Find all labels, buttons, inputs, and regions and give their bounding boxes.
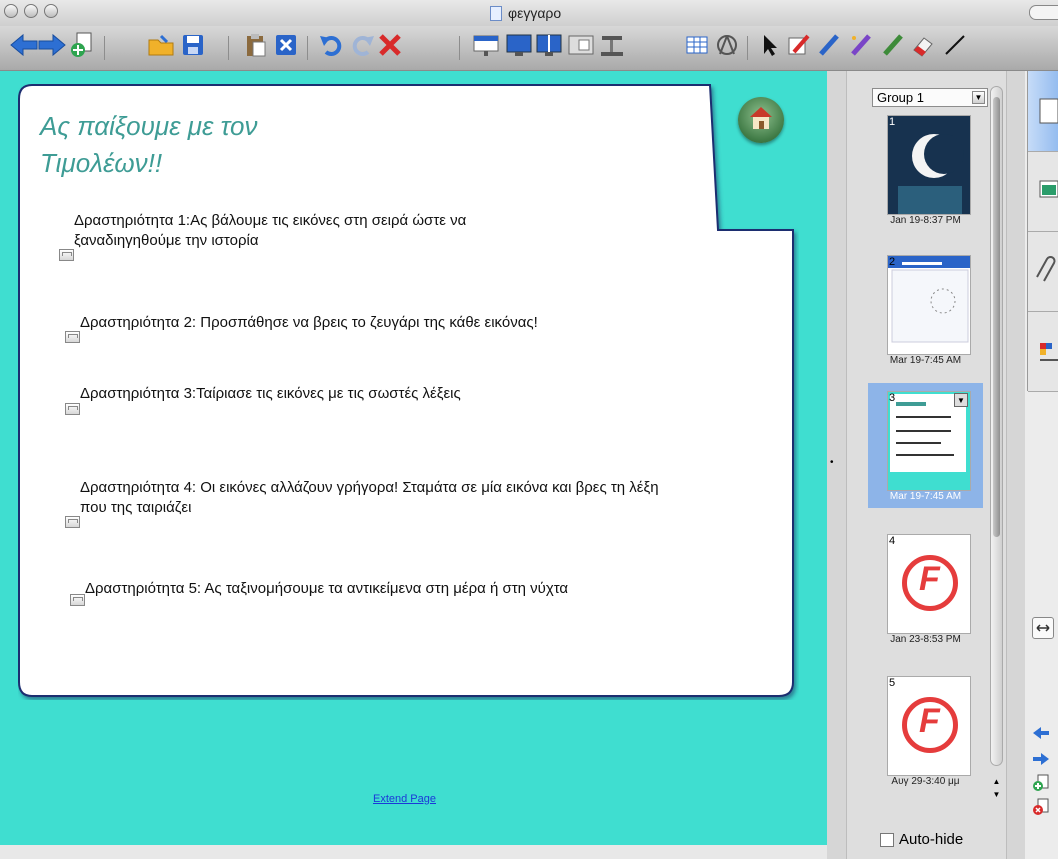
flash-icon: F [902, 555, 958, 611]
thumbnail-image: F [887, 534, 971, 634]
link-icon[interactable] [70, 594, 85, 606]
thumbnail-date: Mar 19-7:45 AM [889, 491, 962, 502]
thumbnail-date: Jan 19-8:37 PM [890, 215, 961, 226]
toolbar [0, 26, 1058, 71]
toolbar-separator [459, 36, 460, 60]
activity-1-line1: Δραστηριότητα 1:Ας βάλουμε τις εικόνες σ… [74, 212, 467, 229]
side-tab-strip [1025, 71, 1058, 859]
pen-icon[interactable] [783, 29, 815, 61]
undo-icon[interactable] [316, 29, 348, 61]
select-icon[interactable] [753, 29, 785, 61]
delete-page-icon[interactable] [1031, 797, 1051, 817]
eraser-icon[interactable] [907, 29, 939, 61]
thumbnail-date: Jan 23-8:53 PM [890, 634, 961, 645]
whiteboard-canvas[interactable]: Ας παίξουμε με τον Τιμολέων!! Δραστηριότ… [0, 71, 827, 845]
activity-4[interactable]: Δραστηριότητα 4: Οι εικόνες αλλάζουν γρή… [80, 478, 659, 498]
creative-pen-icon[interactable] [813, 29, 845, 61]
gallery-tab[interactable] [1028, 151, 1058, 232]
move-sidebar-icon[interactable] [1032, 617, 1054, 639]
link-icon[interactable] [65, 516, 80, 528]
table-icon[interactable] [681, 29, 713, 61]
thumbnail-image: F [887, 676, 971, 776]
window-title-text: φεγγαρο [508, 5, 562, 21]
toolbar-separator [228, 36, 229, 60]
flash-icon: F [902, 697, 958, 753]
page-sorter-list: Group 1 ▼ 1 Jan 19-8:37 PM 2 Mar 19-7:45… [846, 71, 1007, 859]
thumbnail-date: Αυγ 29-3:40 μμ [891, 776, 960, 787]
close-window-button[interactable] [4, 4, 18, 18]
scrollbar-thumb[interactable] [993, 97, 1000, 537]
toolbar-separator [307, 36, 308, 60]
link-icon[interactable] [65, 331, 80, 343]
page-thumbnail[interactable]: F 5 Αυγ 29-3:40 μμ [868, 668, 983, 793]
page-thumbnail[interactable]: 1 Jan 19-8:37 PM [868, 107, 983, 232]
activity-2[interactable]: Δραστηριότητα 2: Προσπάθησε να βρεις το … [80, 313, 538, 333]
open-folder-icon[interactable] [145, 29, 177, 61]
activity-1-line2: ξαναδιηγηθούμε την ιστορία [74, 232, 259, 249]
page-thumbnail[interactable]: F 4 Jan 23-8:53 PM [868, 526, 983, 651]
add-page-icon[interactable] [66, 29, 98, 61]
toolbar-separator [747, 36, 748, 60]
window-title: φεγγαρο [490, 5, 561, 21]
activity-1[interactable]: Δραστηριότητα 1:Ας βάλουμε τις εικόνες σ… [74, 211, 466, 231]
group-select-value: Group 1 [877, 90, 924, 105]
previous-page-icon[interactable] [1031, 723, 1051, 743]
thumbnail-number: 4 [889, 535, 896, 547]
auto-hide-checkbox[interactable]: Auto-hide [880, 831, 963, 848]
page-thumbnail[interactable]: 2 Mar 19-7:45 AM [868, 247, 983, 372]
thumbnail-number: 5 [889, 677, 896, 689]
save-icon[interactable] [177, 29, 209, 61]
thumbnail-number: 2 [889, 256, 896, 268]
activity-4-line2: που της ταιριάζει [80, 499, 192, 516]
thumbnail-date: Mar 19-7:45 AM [889, 355, 962, 366]
dual-display-icon[interactable] [533, 29, 565, 61]
group-select[interactable]: Group 1 ▼ [872, 88, 988, 107]
page-title-line1: Ας παίξουμε με τον [40, 111, 258, 141]
add-page-icon[interactable] [1031, 773, 1051, 793]
document-camera-icon[interactable] [596, 29, 628, 61]
clear-page-icon[interactable] [270, 29, 302, 61]
magic-pen-icon[interactable] [845, 29, 877, 61]
thumbnail-number: 3 [889, 392, 896, 404]
zoom-window-button[interactable] [44, 4, 58, 18]
properties-icon[interactable] [711, 29, 743, 61]
page-title-line2: Τιμολέων!! [40, 148, 163, 178]
home-icon[interactable] [738, 97, 784, 143]
thumbnail-image [887, 115, 971, 215]
page-sorter-panel: • Group 1 ▼ 1 Jan 19-8:37 PM 2 Mar 19-7:… [827, 71, 1025, 859]
screen-shade-icon[interactable] [470, 29, 502, 61]
document-icon [490, 5, 502, 21]
checkbox-box[interactable] [880, 832, 894, 847]
scroll-stepper[interactable]: ▲ ▼ [990, 775, 1003, 803]
activity-5[interactable]: Δραστηριότητα 5: Ας ταξινομήσουμε τα αντ… [85, 579, 568, 599]
page-thumbnail-selected[interactable]: 3 ▼ Mar 19-7:45 AM [868, 383, 983, 508]
screen-capture-icon[interactable] [565, 29, 597, 61]
minimize-window-button[interactable] [24, 4, 38, 18]
page-sorter-tab[interactable] [1028, 71, 1058, 152]
title-bar: φεγγαρο [0, 0, 1058, 26]
properties-tab[interactable] [1028, 311, 1058, 392]
toolbar-toggle-button[interactable] [1029, 5, 1058, 20]
full-screen-icon[interactable] [503, 29, 535, 61]
extend-page-link[interactable]: Extend Page [373, 793, 436, 805]
shape-recognition-pen-icon[interactable] [877, 29, 909, 61]
attachments-tab[interactable] [1028, 231, 1058, 312]
vertical-scrollbar[interactable] [990, 86, 1003, 766]
delete-icon[interactable] [374, 29, 406, 61]
link-icon[interactable] [65, 403, 80, 415]
line-icon[interactable] [939, 29, 971, 61]
link-icon[interactable] [59, 249, 74, 261]
paste-icon[interactable] [240, 29, 272, 61]
chevron-down-icon: ▼ [972, 91, 985, 104]
thumbnail-image [887, 255, 971, 355]
side-tabs [1027, 71, 1058, 392]
activity-3[interactable]: Δραστηριότητα 3:Ταίριασε τις εικόνες με … [80, 384, 461, 404]
collapse-handle[interactable]: • [830, 457, 834, 468]
toolbar-separator [104, 36, 105, 60]
next-page-icon[interactable] [1031, 749, 1051, 769]
thumbnail-number: 1 [889, 116, 896, 128]
auto-hide-label: Auto-hide [899, 831, 964, 848]
thumbnail-menu-icon[interactable]: ▼ [954, 393, 968, 407]
forward-icon[interactable] [36, 29, 68, 61]
